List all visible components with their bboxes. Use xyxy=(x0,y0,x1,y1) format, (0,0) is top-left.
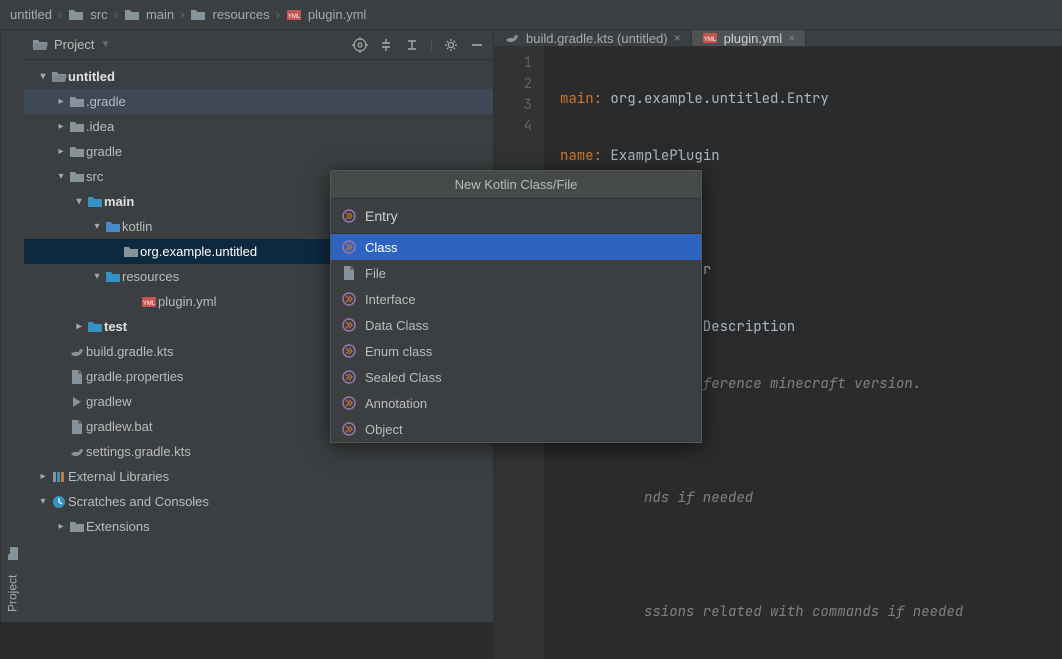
hide-icon[interactable] xyxy=(469,37,485,53)
new-kotlin-class-popup: New Kotlin Class/File Class File Interfa… xyxy=(330,170,702,443)
kotlin-annotation-icon xyxy=(341,395,357,411)
kotlin-enum-icon xyxy=(341,343,357,359)
kotlin-class-icon xyxy=(341,239,357,255)
class-name-input[interactable] xyxy=(365,203,691,229)
chevron-right-icon: › xyxy=(114,7,118,22)
project-panel-header: Project ▼ | xyxy=(24,30,493,60)
breadcrumb: untitled › src › main › resources › plug… xyxy=(0,0,1062,30)
popup-kind-list: Class File Interface Data Class Enum cla… xyxy=(331,234,701,442)
project-tool-button[interactable]: Project xyxy=(4,571,22,616)
popup-item-sealed[interactable]: Sealed Class xyxy=(331,364,701,390)
popup-title: New Kotlin Class/File xyxy=(331,171,701,199)
kotlin-interface-icon xyxy=(341,291,357,307)
popup-item-data-class[interactable]: Data Class xyxy=(331,312,701,338)
popup-item-interface[interactable]: Interface xyxy=(331,286,701,312)
tree-item-gradle-folder[interactable]: ▸ gradle xyxy=(24,139,493,164)
tree-item-external-libraries[interactable]: ▸ External Libraries xyxy=(24,464,493,489)
expand-all-icon[interactable] xyxy=(378,37,394,53)
breadcrumb-item[interactable]: main xyxy=(124,7,174,23)
breadcrumb-item[interactable]: resources xyxy=(190,7,269,23)
chevron-right-icon: › xyxy=(58,7,62,22)
kotlin-data-class-icon xyxy=(341,317,357,333)
breadcrumb-item[interactable]: untitled xyxy=(10,7,52,22)
close-icon[interactable]: × xyxy=(674,31,681,45)
kotlin-sealed-icon xyxy=(341,369,357,385)
project-icon xyxy=(32,37,48,53)
gradle-icon xyxy=(504,30,520,46)
popup-item-object[interactable]: Object xyxy=(331,416,701,442)
kotlin-class-icon xyxy=(341,208,357,224)
popup-item-class[interactable]: Class xyxy=(331,234,701,260)
popup-name-field[interactable] xyxy=(331,199,701,234)
breadcrumb-item[interactable]: plugin.yml xyxy=(286,7,367,23)
kotlin-file-icon xyxy=(341,265,357,281)
project-panel-title: Project xyxy=(54,37,94,52)
tool-window-bar: Project xyxy=(0,30,24,622)
editor-tabs: build.gradle.kts (untitled) × plugin.yml… xyxy=(494,30,1062,47)
kotlin-object-icon xyxy=(341,421,357,437)
popup-item-enum[interactable]: Enum class xyxy=(331,338,701,364)
collapse-all-icon[interactable] xyxy=(404,37,420,53)
files-tool-button[interactable] xyxy=(4,543,22,565)
chevron-right-icon: › xyxy=(180,7,184,22)
tree-item-scratches[interactable]: ▾ Scratches and Consoles xyxy=(24,489,493,514)
tree-root[interactable]: ▾ untitled xyxy=(24,64,493,89)
yml-icon xyxy=(702,30,718,46)
tree-item-gradle-dir[interactable]: ▸ .gradle xyxy=(24,89,493,114)
chevron-down-icon[interactable]: ▼ xyxy=(100,39,110,50)
chevron-right-icon: › xyxy=(276,7,280,22)
popup-item-annotation[interactable]: Annotation xyxy=(331,390,701,416)
tree-item-extensions[interactable]: ▸ Extensions xyxy=(24,514,493,539)
close-icon[interactable]: × xyxy=(788,31,795,45)
select-opened-file-icon[interactable] xyxy=(352,37,368,53)
tab-build-gradle[interactable]: build.gradle.kts (untitled) × xyxy=(494,30,692,46)
breadcrumb-item[interactable]: src xyxy=(68,7,107,23)
tab-plugin-yml[interactable]: plugin.yml × xyxy=(692,30,807,46)
popup-item-file[interactable]: File xyxy=(331,260,701,286)
tree-item-idea-dir[interactable]: ▸ .idea xyxy=(24,114,493,139)
settings-icon[interactable] xyxy=(443,37,459,53)
